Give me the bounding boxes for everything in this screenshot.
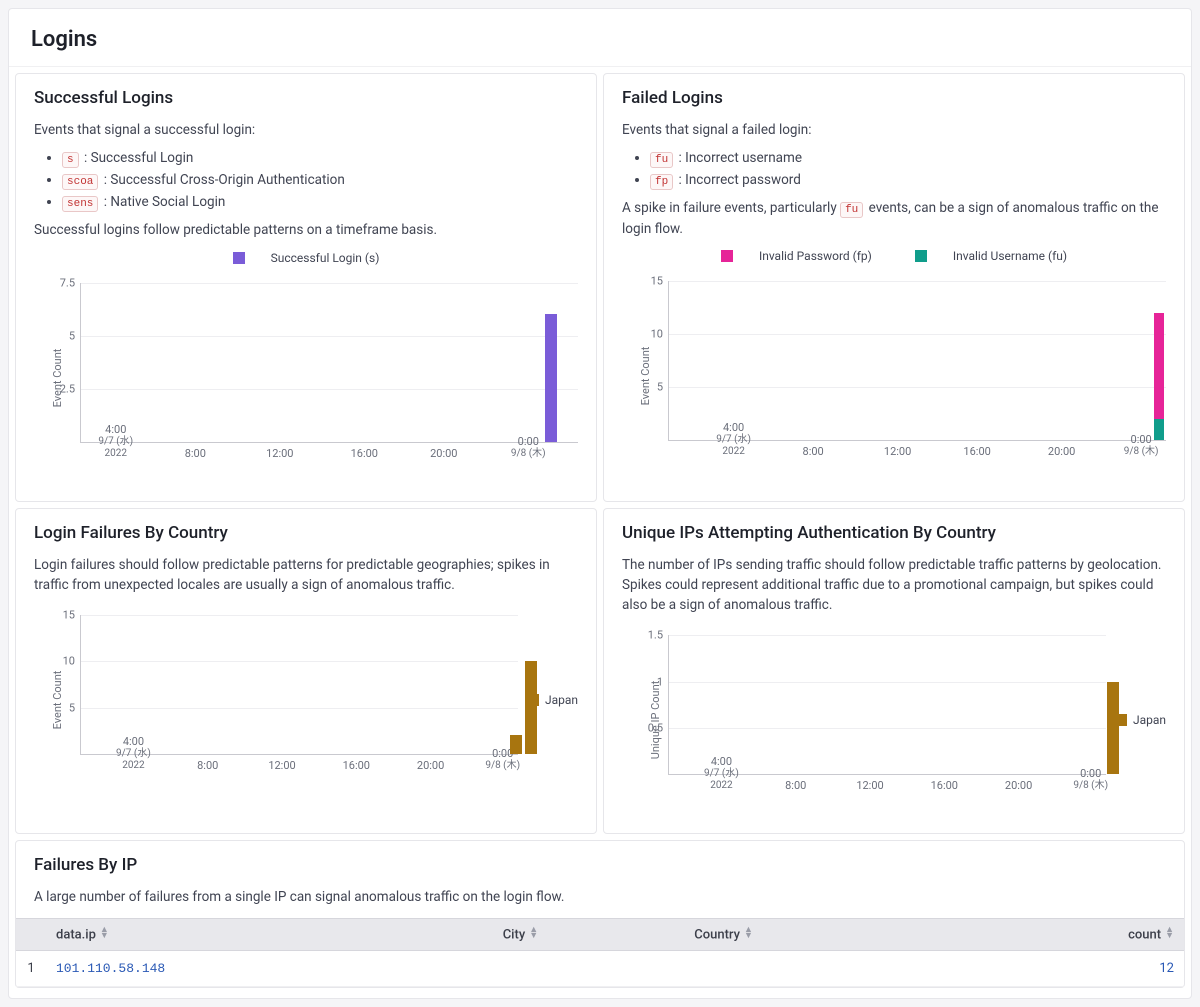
failures-by-ip-table: data.ip City Country count 1 101.110.58.… xyxy=(16,918,1184,987)
panel-title: Login Failures By Country xyxy=(34,523,578,543)
y-axis-label: Unique IP Count xyxy=(649,681,662,760)
code-tag: sens xyxy=(62,196,98,212)
panel-note: A spike in failure events, particularly … xyxy=(622,198,1166,239)
panel-title: Successful Logins xyxy=(34,88,578,108)
code-tag: fu xyxy=(840,202,863,218)
panel-note: Successful logins follow predictable pat… xyxy=(34,220,578,240)
code-tag: fu xyxy=(650,152,673,168)
event-list: fu : Incorrect username fp : Incorrect p… xyxy=(622,150,1166,188)
sort-icon[interactable] xyxy=(529,927,538,940)
row-index: 1 xyxy=(16,950,46,986)
panel-intro: Events that signal a failed login: xyxy=(622,120,1166,140)
row-ip[interactable]: 101.110.58.148 xyxy=(46,950,493,986)
panel-failures-by-country: Login Failures By Country Login failures… xyxy=(15,508,597,835)
dashboard-card: Logins Successful Logins Events that sig… xyxy=(8,8,1192,999)
chart-failures-by-country[interactable]: Event Count 510154:009/7 (水)20228:0012:0… xyxy=(34,605,578,795)
panel-note: A large number of failures from a single… xyxy=(16,887,1184,907)
list-item: s : Successful Login xyxy=(62,150,578,166)
table-header-city[interactable]: City xyxy=(493,918,685,950)
panel-title: Failures By IP xyxy=(16,855,1184,875)
code-tag: scoa xyxy=(62,174,98,190)
table-row[interactable]: 1 101.110.58.148 12 xyxy=(16,950,1184,986)
y-axis-label: Event Count xyxy=(51,671,64,730)
page-title: Logins xyxy=(9,9,1191,67)
legend-swatch xyxy=(1115,714,1127,726)
chart-successful-logins[interactable]: Event Count 2.557.54:009/7 (水)20228:0012… xyxy=(34,273,578,483)
row-city xyxy=(493,950,685,986)
panel-note: The number of IPs sending traffic should… xyxy=(622,555,1166,616)
event-list: s : Successful Login scoa : Successful C… xyxy=(34,150,578,210)
chart-failed-logins[interactable]: Event Count 510154:009/7 (水)20228:0012:0… xyxy=(622,271,1166,481)
chart-legend: Invalid Password (fp) Invalid Username (… xyxy=(622,249,1166,265)
panel-title: Unique IPs Attempting Authentication By … xyxy=(622,523,1166,543)
list-item: sens : Native Social Login xyxy=(62,194,578,210)
panel-unique-ips-by-country: Unique IPs Attempting Authentication By … xyxy=(603,508,1185,835)
list-item: scoa : Successful Cross-Origin Authentic… xyxy=(62,172,578,188)
sort-icon[interactable] xyxy=(744,927,753,940)
panel-intro: Events that signal a successful login: xyxy=(34,120,578,140)
panel-failed-logins: Failed Logins Events that signal a faile… xyxy=(603,73,1185,502)
panel-note: Login failures should follow predictable… xyxy=(34,555,578,596)
chart-legend: Japan xyxy=(1115,713,1166,727)
y-axis-label: Event Count xyxy=(51,348,64,407)
panel-successful-logins: Successful Logins Events that signal a s… xyxy=(15,73,597,502)
table-header-ip[interactable]: data.ip xyxy=(46,918,493,950)
legend-swatch xyxy=(527,694,539,706)
table-header-country[interactable]: Country xyxy=(684,918,956,950)
panel-title: Failed Logins xyxy=(622,88,1166,108)
table-header-count[interactable]: count xyxy=(956,918,1184,950)
legend-swatch xyxy=(721,250,733,262)
row-country xyxy=(684,950,956,986)
code-tag: s xyxy=(62,152,79,168)
list-item: fu : Incorrect username xyxy=(650,150,1166,166)
chart-legend: Successful Login (s) xyxy=(34,251,578,267)
sort-icon[interactable] xyxy=(1165,927,1174,940)
chart-legend: Japan xyxy=(527,693,578,707)
chart-unique-ips-by-country[interactable]: Unique IP Count 0.511.54:009/7 (水)20228:… xyxy=(622,625,1166,815)
panel-failures-by-ip: Failures By IP A large number of failure… xyxy=(15,840,1185,988)
legend-swatch xyxy=(233,252,245,264)
row-count: 12 xyxy=(956,950,1184,986)
code-tag: fp xyxy=(650,174,673,190)
list-item: fp : Incorrect password xyxy=(650,172,1166,188)
sort-icon[interactable] xyxy=(100,927,109,940)
legend-swatch xyxy=(915,250,927,262)
y-axis-label: Event Count xyxy=(639,347,652,406)
table-header-index[interactable] xyxy=(16,918,46,950)
